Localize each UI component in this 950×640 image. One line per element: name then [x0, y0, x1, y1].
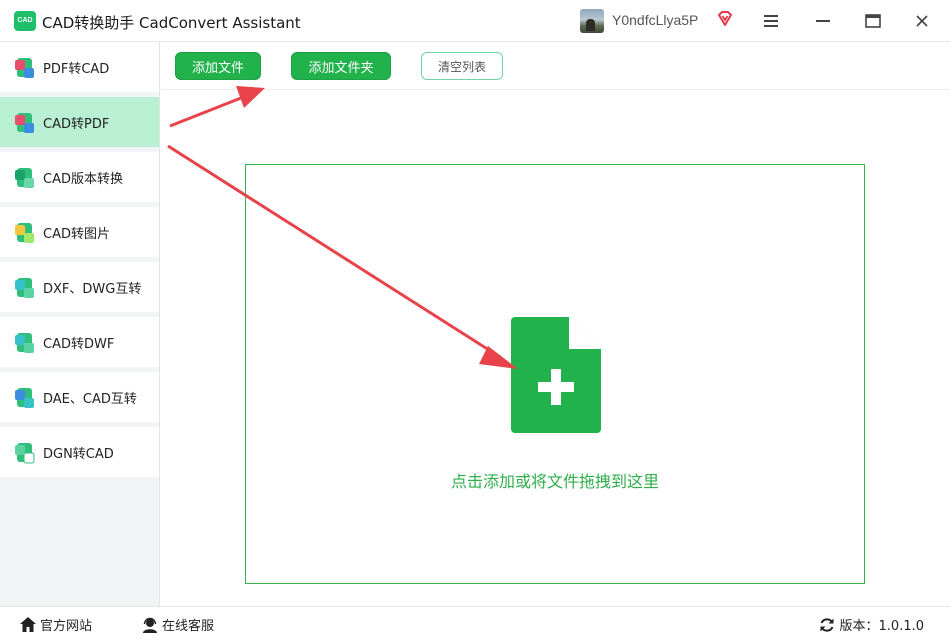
- dxf-dwg-icon: [15, 278, 34, 298]
- sidebar-item-label: CAD版本转换: [43, 171, 123, 187]
- sidebar-item-dgn-to-cad[interactable]: DGN转CAD: [0, 427, 159, 477]
- sidebar: PDF转CAD CAD转PDF CAD版本转换 CAD转图片 DXF、DWG互转…: [0, 42, 160, 606]
- sidebar-item-label: CAD转DWF: [43, 336, 115, 352]
- app-title: CAD转换助手 CadConvert Assistant: [42, 14, 301, 32]
- minimize-button[interactable]: [810, 8, 836, 34]
- sidebar-item-label: DAE、CAD互转: [43, 391, 137, 407]
- official-website-link[interactable]: 官方网站: [20, 615, 92, 634]
- add-folder-button[interactable]: 添加文件夹: [291, 52, 391, 80]
- refresh-icon: [820, 617, 834, 632]
- file-plus-icon: [511, 317, 601, 433]
- add-file-button[interactable]: 添加文件: [175, 52, 261, 80]
- sidebar-item-dxf-dwg[interactable]: DXF、DWG互转: [0, 262, 159, 312]
- sidebar-item-label: DGN转CAD: [43, 446, 114, 462]
- sidebar-item-cad-version[interactable]: CAD版本转换: [0, 152, 159, 202]
- avatar[interactable]: [580, 9, 604, 33]
- version-info[interactable]: 版本：1.0.1.0: [819, 615, 924, 634]
- sidebar-item-dae-cad[interactable]: DAE、CAD互转: [0, 372, 159, 422]
- online-support-label: 在线客服: [162, 619, 215, 634]
- cad-to-pdf-icon: [15, 113, 34, 133]
- drop-hint-text: 点击添加或将文件拖拽到这里: [450, 472, 659, 491]
- vip-diamond-icon[interactable]: [716, 10, 734, 28]
- maximize-button[interactable]: [860, 8, 886, 34]
- version-label: 版本：1.0.1.0: [839, 619, 924, 634]
- close-button[interactable]: [909, 8, 935, 34]
- close-icon: [916, 15, 928, 27]
- dae-cad-icon: [15, 388, 34, 408]
- cad-version-icon: [15, 168, 34, 188]
- cad-to-dwf-icon: [15, 333, 34, 353]
- support-agent-icon: [143, 617, 157, 633]
- sidebar-item-label: DXF、DWG互转: [43, 281, 142, 297]
- cad-to-image-icon: [15, 223, 34, 243]
- maximize-icon: [865, 14, 881, 28]
- sidebar-item-cad-to-pdf[interactable]: CAD转PDF: [0, 97, 159, 147]
- pdf-to-cad-icon: [15, 58, 34, 78]
- sidebar-item-cad-to-image[interactable]: CAD转图片: [0, 207, 159, 257]
- home-icon: [20, 617, 36, 632]
- footer: 官方网站 在线客服 版本：1.0.1.0: [0, 606, 950, 640]
- menu-button[interactable]: [758, 8, 784, 34]
- dgn-to-cad-icon: [15, 443, 35, 464]
- hamburger-icon: [764, 15, 778, 27]
- sidebar-item-pdf-to-cad[interactable]: PDF转CAD: [0, 42, 159, 92]
- clear-list-button[interactable]: 清空列表: [421, 52, 503, 80]
- arrow-to-add-file: [169, 86, 265, 128]
- file-drop-zone[interactable]: 点击添加或将文件拖拽到这里: [245, 164, 865, 584]
- sidebar-item-label: PDF转CAD: [43, 61, 110, 77]
- toolbar: 添加文件 添加文件夹 清空列表: [161, 42, 950, 90]
- sidebar-item-cad-to-dwf[interactable]: CAD转DWF: [0, 317, 159, 367]
- sidebar-item-label: CAD转PDF: [43, 116, 110, 132]
- app-logo-icon: CAD: [14, 11, 36, 31]
- official-website-label: 官方网站: [40, 619, 93, 634]
- minimize-icon: [816, 20, 830, 22]
- username[interactable]: Y0ndfcLlya5P: [612, 12, 698, 28]
- title-bar: CAD CAD转换助手 CadConvert Assistant Y0ndfcL…: [0, 0, 950, 42]
- sidebar-item-label: CAD转图片: [43, 226, 110, 242]
- online-support-link[interactable]: 在线客服: [142, 615, 214, 634]
